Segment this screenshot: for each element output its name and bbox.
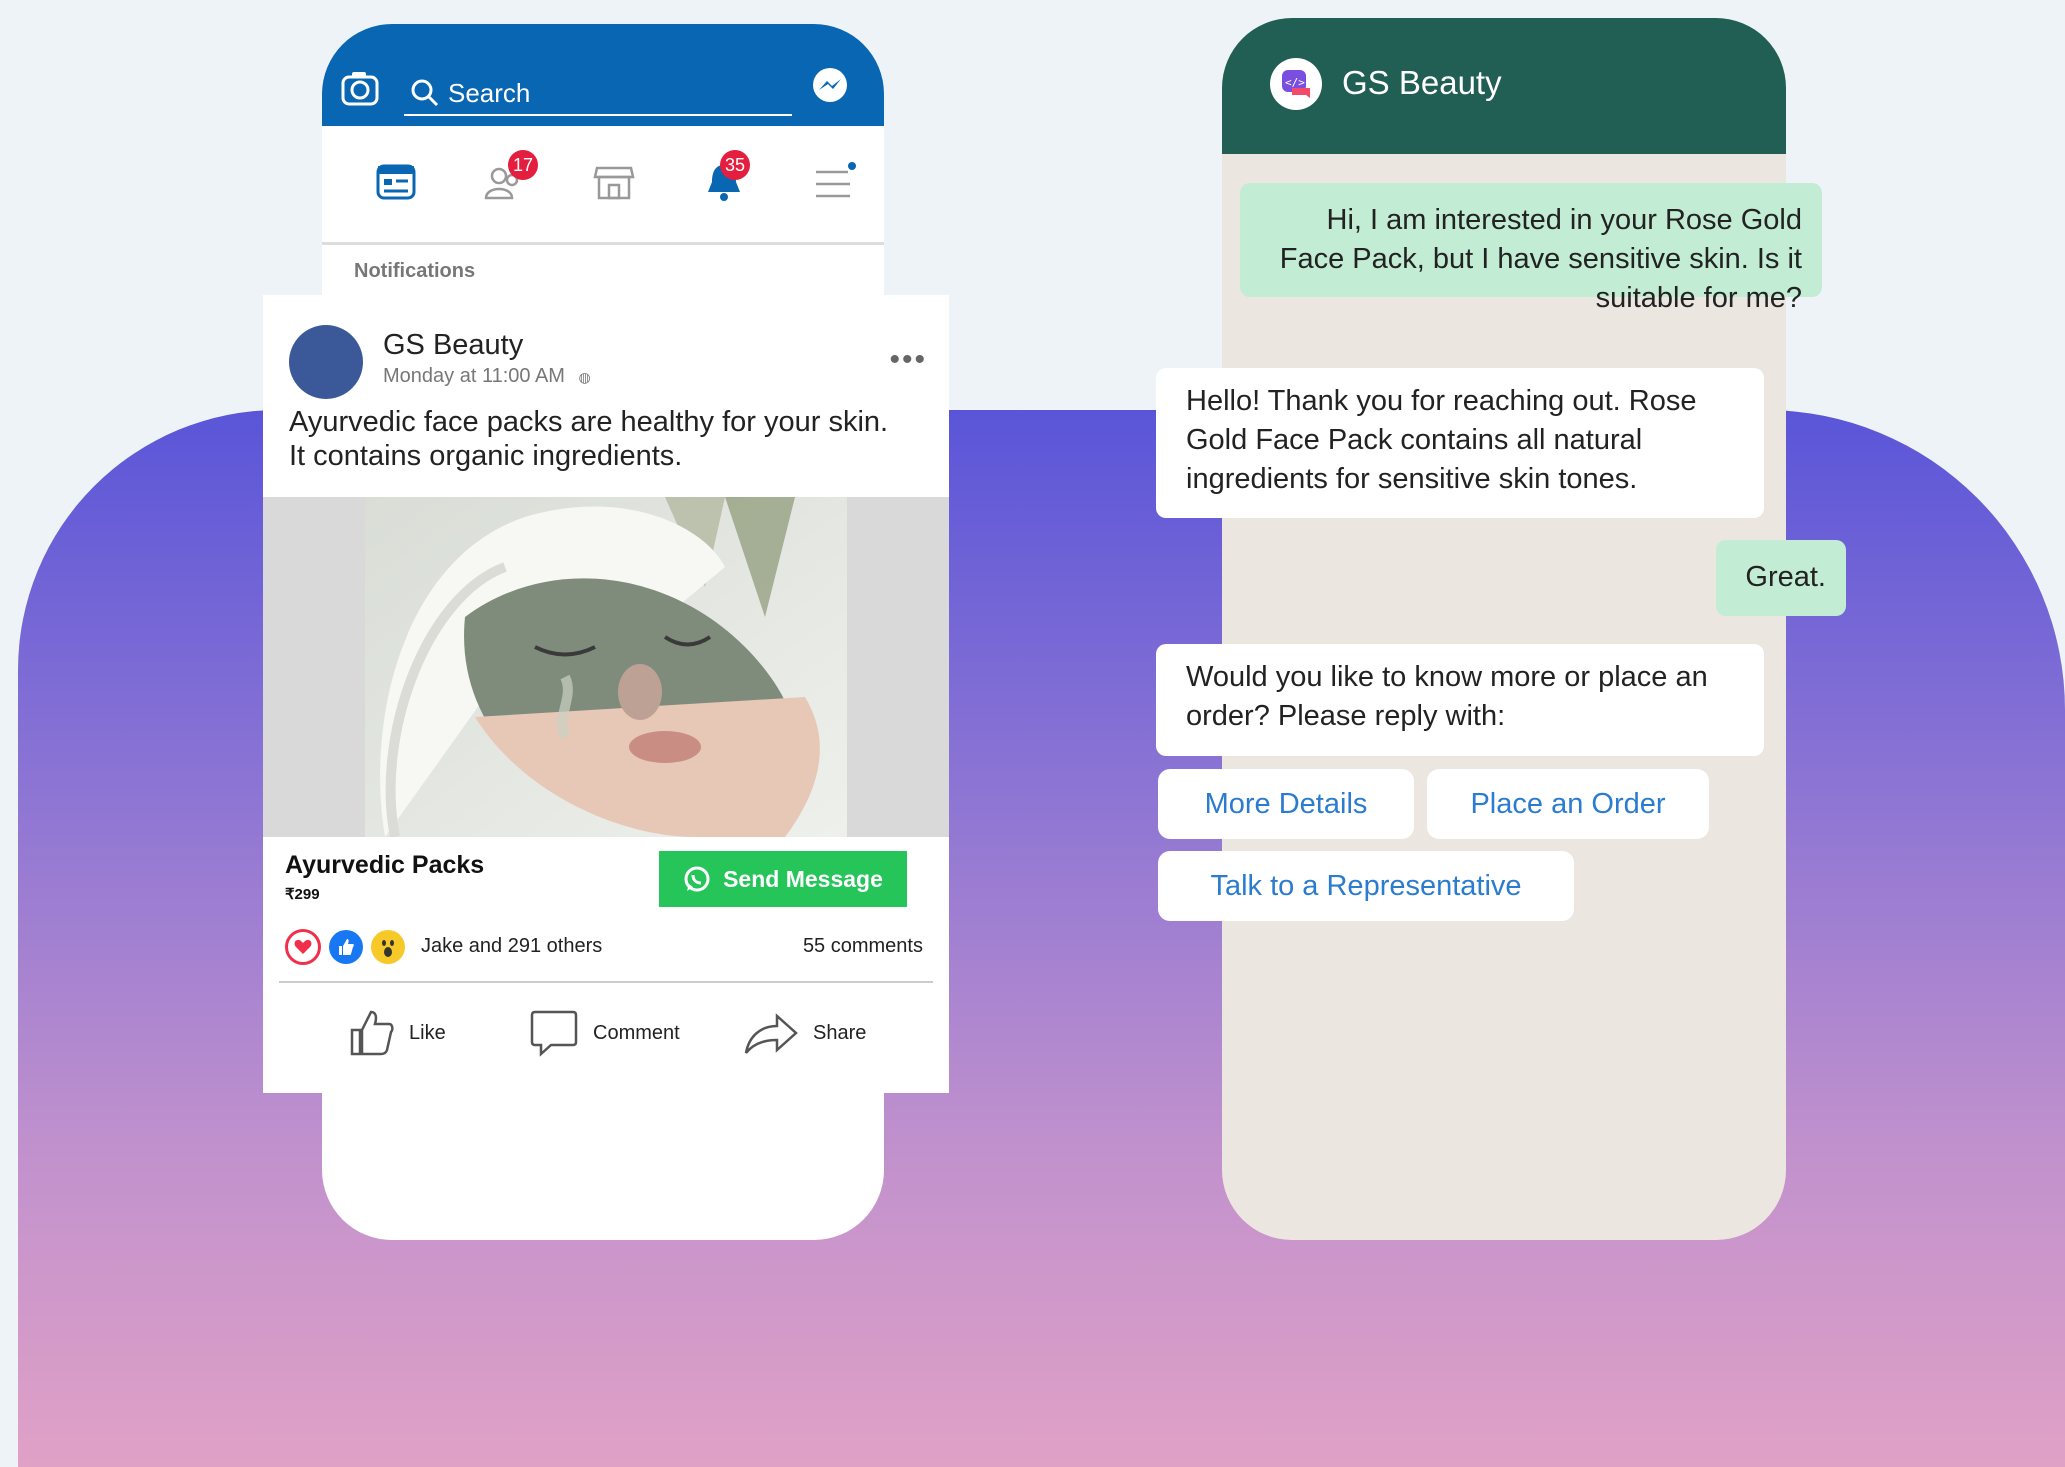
wow-reaction-icon xyxy=(371,930,405,964)
outgoing-message: Hi, I am interested in your Rose Gold Fa… xyxy=(1240,183,1822,314)
quick-reply-place-order[interactable]: Place an Order xyxy=(1427,769,1709,839)
outgoing-message: Great. xyxy=(1716,540,1846,616)
svg-text:</>: </> xyxy=(1285,76,1305,89)
post-timestamp: Monday at 11:00 AM ◍ xyxy=(383,365,591,388)
search-input[interactable]: Search xyxy=(404,74,792,116)
comment-button[interactable]: Comment xyxy=(529,1005,680,1061)
messenger-icon[interactable] xyxy=(810,66,850,106)
quick-reply-talk-to-representative[interactable]: Talk to a Representative xyxy=(1158,851,1574,921)
like-label: Like xyxy=(409,1021,446,1044)
more-options-icon[interactable]: ••• xyxy=(889,343,927,377)
post-text: Ayurvedic face packs are healthy for you… xyxy=(289,406,889,472)
like-reaction-icon xyxy=(329,930,363,964)
timestamp-text: Monday at 11:00 AM xyxy=(383,365,565,387)
post-image-area xyxy=(263,497,949,837)
incoming-message: Would you like to know more or place an … xyxy=(1156,644,1764,756)
share-arrow-icon xyxy=(744,1013,798,1054)
thumbs-up-icon xyxy=(350,1010,394,1056)
product-price: ₹299 xyxy=(285,886,320,903)
product-name: Ayurvedic Packs xyxy=(285,851,485,879)
marketplace-icon[interactable] xyxy=(592,160,636,204)
share-button[interactable]: Share xyxy=(743,1005,866,1061)
share-label: Share xyxy=(813,1021,867,1044)
send-message-button[interactable]: Send Message xyxy=(659,851,907,907)
facebook-header: Search xyxy=(322,24,884,126)
facebook-tab-bar: 17 35 xyxy=(322,126,884,245)
camera-icon[interactable] xyxy=(340,68,380,108)
quick-reply-more-details[interactable]: More Details xyxy=(1158,769,1414,839)
face-mask-photo[interactable] xyxy=(365,497,847,837)
news-feed-icon[interactable] xyxy=(374,160,418,204)
post-actions: Like Comment Share xyxy=(263,1005,949,1065)
comment-label: Comment xyxy=(593,1021,680,1044)
divider xyxy=(279,981,933,983)
globe-icon: ◍ xyxy=(578,369,591,385)
search-icon xyxy=(411,79,439,107)
send-message-label: Send Message xyxy=(723,865,883,892)
notifications-tab-label: Notifications xyxy=(322,245,884,300)
page-avatar[interactable] xyxy=(289,325,363,399)
business-logo-icon[interactable]: </> xyxy=(1270,58,1322,110)
search-placeholder: Search xyxy=(448,78,531,108)
like-button[interactable]: Like xyxy=(349,1005,446,1061)
chat-contact-name[interactable]: GS Beauty xyxy=(1342,64,1502,102)
love-reaction-icon xyxy=(285,929,321,965)
likers-text[interactable]: Jake and 291 others xyxy=(421,935,602,958)
page-name[interactable]: GS Beauty xyxy=(383,329,523,362)
reactions-summary[interactable] xyxy=(285,927,413,967)
friends-badge: 17 xyxy=(508,150,538,180)
comments-count[interactable]: 55 comments xyxy=(803,935,923,958)
facebook-post-card: GS Beauty Monday at 11:00 AM ◍ ••• Ayurv… xyxy=(263,295,949,1093)
whatsapp-icon xyxy=(684,866,710,892)
whatsapp-header: </> GS Beauty xyxy=(1222,18,1786,154)
comment-bubble-icon xyxy=(530,1010,578,1057)
menu-icon[interactable] xyxy=(812,160,856,204)
notifications-badge: 35 xyxy=(720,150,750,180)
incoming-message: Hello! Thank you for reaching out. Rose … xyxy=(1156,368,1764,518)
